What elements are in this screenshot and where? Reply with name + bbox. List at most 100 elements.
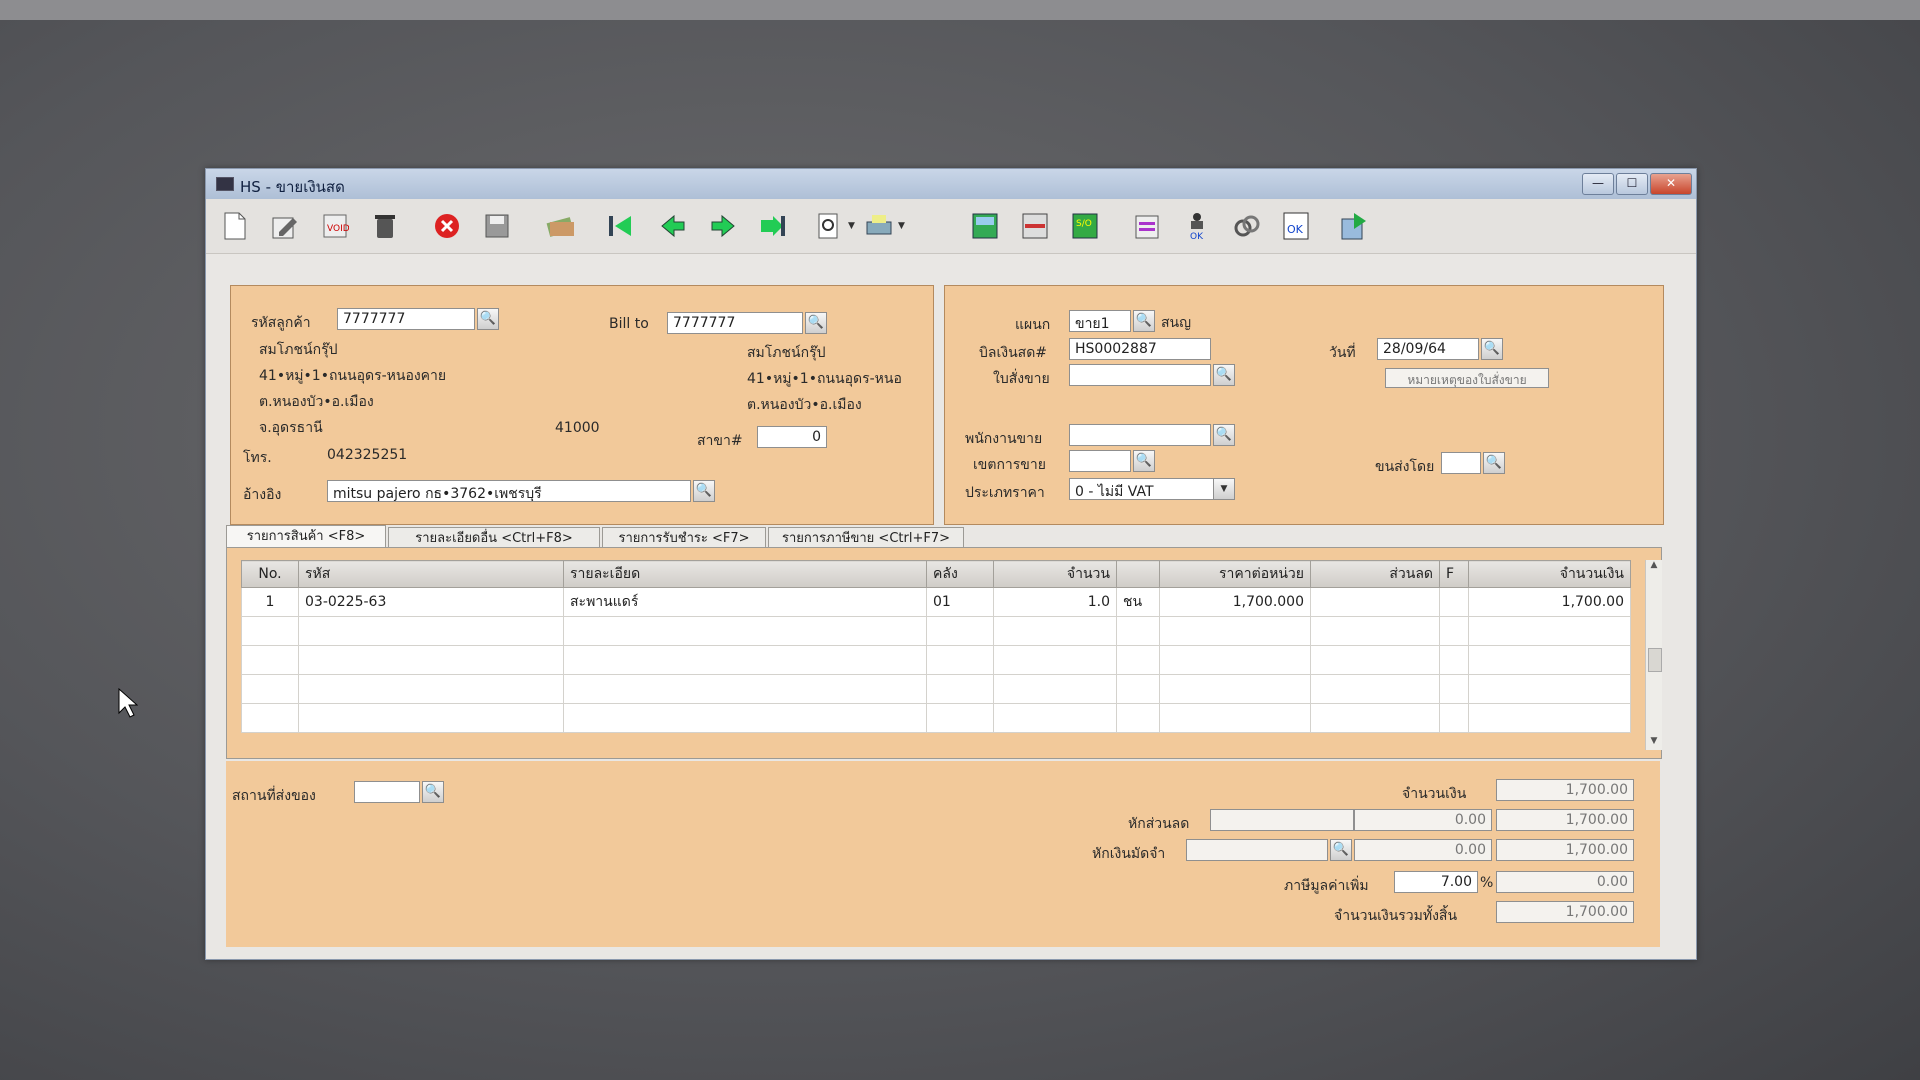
title-bar[interactable]: HS - ขายเงินสด — ☐ ✕ xyxy=(206,169,1696,199)
new-document-icon[interactable] xyxy=(220,211,250,241)
department-search-icon[interactable]: 🔍 xyxy=(1133,310,1155,332)
row-flag[interactable] xyxy=(1439,587,1469,617)
amount-label: จำนวนเงิน xyxy=(1402,786,1467,802)
last-record-icon[interactable] xyxy=(758,211,788,241)
col-code[interactable]: รหัส xyxy=(298,560,564,588)
after-discount-field: 1,700.00 xyxy=(1496,809,1634,831)
col-quantity[interactable]: จำนวน xyxy=(993,560,1117,588)
previous-record-icon[interactable] xyxy=(658,211,688,241)
ship-place-label: สถานที่ส่งของ xyxy=(232,788,316,804)
calculator-icon[interactable] xyxy=(970,211,1000,241)
deposit-text-field[interactable] xyxy=(1186,839,1328,861)
col-description[interactable]: รายละเอียด xyxy=(563,560,927,588)
row-description[interactable]: สะพานแดร์ xyxy=(563,587,927,617)
sale-order-icon[interactable]: S/O xyxy=(1070,211,1100,241)
row-unit[interactable]: ชน xyxy=(1116,587,1160,617)
scroll-down-icon[interactable]: ▼ xyxy=(1646,736,1662,750)
col-unit-price[interactable]: ราคาต่อหน่วย xyxy=(1159,560,1311,588)
ship-place-field[interactable] xyxy=(354,781,420,803)
row-warehouse[interactable]: 01 xyxy=(926,587,994,617)
void-icon[interactable]: VOID xyxy=(320,211,350,241)
delete-trash-icon[interactable] xyxy=(370,211,400,241)
next-record-icon[interactable] xyxy=(708,211,738,241)
ship-place-search-icon[interactable]: 🔍 xyxy=(422,781,444,803)
table-row-empty[interactable] xyxy=(241,645,1631,675)
department-label: แผนก xyxy=(1015,317,1051,333)
print-icon[interactable] xyxy=(864,211,894,241)
scroll-up-icon[interactable]: ▲ xyxy=(1646,560,1662,574)
row-amount[interactable]: 1,700.00 xyxy=(1468,587,1631,617)
chevron-down-icon[interactable]: ▼ xyxy=(1213,478,1235,500)
col-no[interactable]: No. xyxy=(241,560,299,588)
preview-icon[interactable] xyxy=(814,211,844,241)
cancel-icon[interactable] xyxy=(432,211,462,241)
ok-doc-icon[interactable]: OK xyxy=(1282,211,1312,241)
salesman-label: พนักงานขาย xyxy=(965,431,1043,447)
bill-to-label: Bill to xyxy=(609,316,649,332)
attach-icon[interactable] xyxy=(1232,211,1262,241)
document-panel: แผนก ขาย1 🔍 สนญ บิลเงินสด# HS0002887 วัน… xyxy=(944,285,1664,525)
col-amount[interactable]: จำนวนเงิน xyxy=(1468,560,1631,588)
col-unit[interactable] xyxy=(1116,560,1160,588)
monitor-top-edge xyxy=(0,0,1920,20)
price-type-select[interactable]: 0 - ไม่มี VAT xyxy=(1069,478,1233,500)
preview-dropdown-icon[interactable]: ▼ xyxy=(848,221,856,231)
bill-to-field[interactable]: 7777777 xyxy=(667,312,803,334)
date-field[interactable]: 28/09/64 xyxy=(1377,338,1479,360)
salesman-search-icon[interactable]: 🔍 xyxy=(1213,424,1235,446)
print-dropdown-icon[interactable]: ▼ xyxy=(898,221,906,231)
sales-order-label: ใบสั่งขาย xyxy=(993,371,1050,387)
cash-bill-number-field[interactable]: HS0002887 xyxy=(1069,338,1211,360)
discount-text-field[interactable] xyxy=(1210,809,1354,831)
items-table: No. รหัส รายละเอียด คลัง จำนวน ราคาต่อหน… xyxy=(241,560,1631,733)
discount-value-field[interactable]: 0.00 xyxy=(1354,809,1492,831)
customer-code-field[interactable]: 7777777 xyxy=(337,308,475,330)
sales-order-search-icon[interactable]: 🔍 xyxy=(1213,364,1235,386)
table-row-empty[interactable] xyxy=(241,616,1631,646)
report-icon[interactable] xyxy=(1132,211,1162,241)
row-unit-price[interactable]: 1,700.000 xyxy=(1159,587,1311,617)
minimize-button[interactable]: — xyxy=(1582,173,1614,195)
ship-by-field[interactable] xyxy=(1441,452,1481,474)
table-row-empty[interactable] xyxy=(241,703,1631,733)
customer-province: จ.อุดรธานี xyxy=(259,420,323,436)
vat-rate-field[interactable]: 7.00 xyxy=(1394,871,1478,893)
row-code[interactable]: 03-0225-63 xyxy=(298,587,564,617)
table-row-empty[interactable] xyxy=(241,674,1631,704)
approve-icon[interactable]: OK xyxy=(1182,211,1212,241)
row-no[interactable]: 1 xyxy=(241,587,299,617)
branch-field[interactable]: 0 xyxy=(757,426,827,448)
customer-search-icon[interactable]: 🔍 xyxy=(477,308,499,330)
edit-icon[interactable] xyxy=(270,211,300,241)
grid-scrollbar[interactable]: ▲ ▼ xyxy=(1645,560,1662,750)
deposit-search-icon[interactable]: 🔍 xyxy=(1330,839,1352,861)
col-warehouse[interactable]: คลัง xyxy=(926,560,994,588)
date-picker-icon[interactable]: 🔍 xyxy=(1481,338,1503,360)
deposit-value-field[interactable]: 0.00 xyxy=(1354,839,1492,861)
export-icon[interactable] xyxy=(1340,211,1370,241)
ship-by-search-icon[interactable]: 🔍 xyxy=(1483,452,1505,474)
register-icon[interactable] xyxy=(1020,211,1050,241)
reference-field[interactable]: mitsu pajero กธ•3762•เพชรบุรี xyxy=(327,480,691,502)
col-flag[interactable]: F xyxy=(1439,560,1469,588)
sales-area-field[interactable] xyxy=(1069,450,1131,472)
totals-panel: สถานที่ส่งของ 🔍 จำนวนเงิน 1,700.00 หักส่… xyxy=(226,761,1660,947)
reference-search-icon[interactable]: 🔍 xyxy=(693,480,715,502)
table-row[interactable]: 1 03-0225-63 สะพานแดร์ 01 1.0 ชน 1,700.0… xyxy=(241,587,1631,617)
row-discount[interactable] xyxy=(1310,587,1440,617)
row-quantity[interactable]: 1.0 xyxy=(993,587,1117,617)
scroll-thumb[interactable] xyxy=(1648,648,1662,672)
salesman-field[interactable] xyxy=(1069,424,1211,446)
table-header-row: No. รหัส รายละเอียด คลัง จำนวน ราคาต่อหน… xyxy=(241,560,1631,588)
bill-to-search-icon[interactable]: 🔍 xyxy=(805,312,827,334)
maximize-button[interactable]: ☐ xyxy=(1616,173,1648,195)
first-record-icon[interactable] xyxy=(606,211,636,241)
close-button[interactable]: ✕ xyxy=(1650,173,1692,195)
save-icon[interactable] xyxy=(482,211,512,241)
department-field[interactable]: ขาย1 xyxy=(1069,310,1131,332)
col-discount[interactable]: ส่วนลด xyxy=(1310,560,1440,588)
sales-order-note-button[interactable]: หมายเหตุของใบสั่งขาย xyxy=(1385,368,1549,388)
sales-area-search-icon[interactable]: 🔍 xyxy=(1133,450,1155,472)
sales-order-field[interactable] xyxy=(1069,364,1211,386)
money-icon[interactable] xyxy=(546,211,576,241)
